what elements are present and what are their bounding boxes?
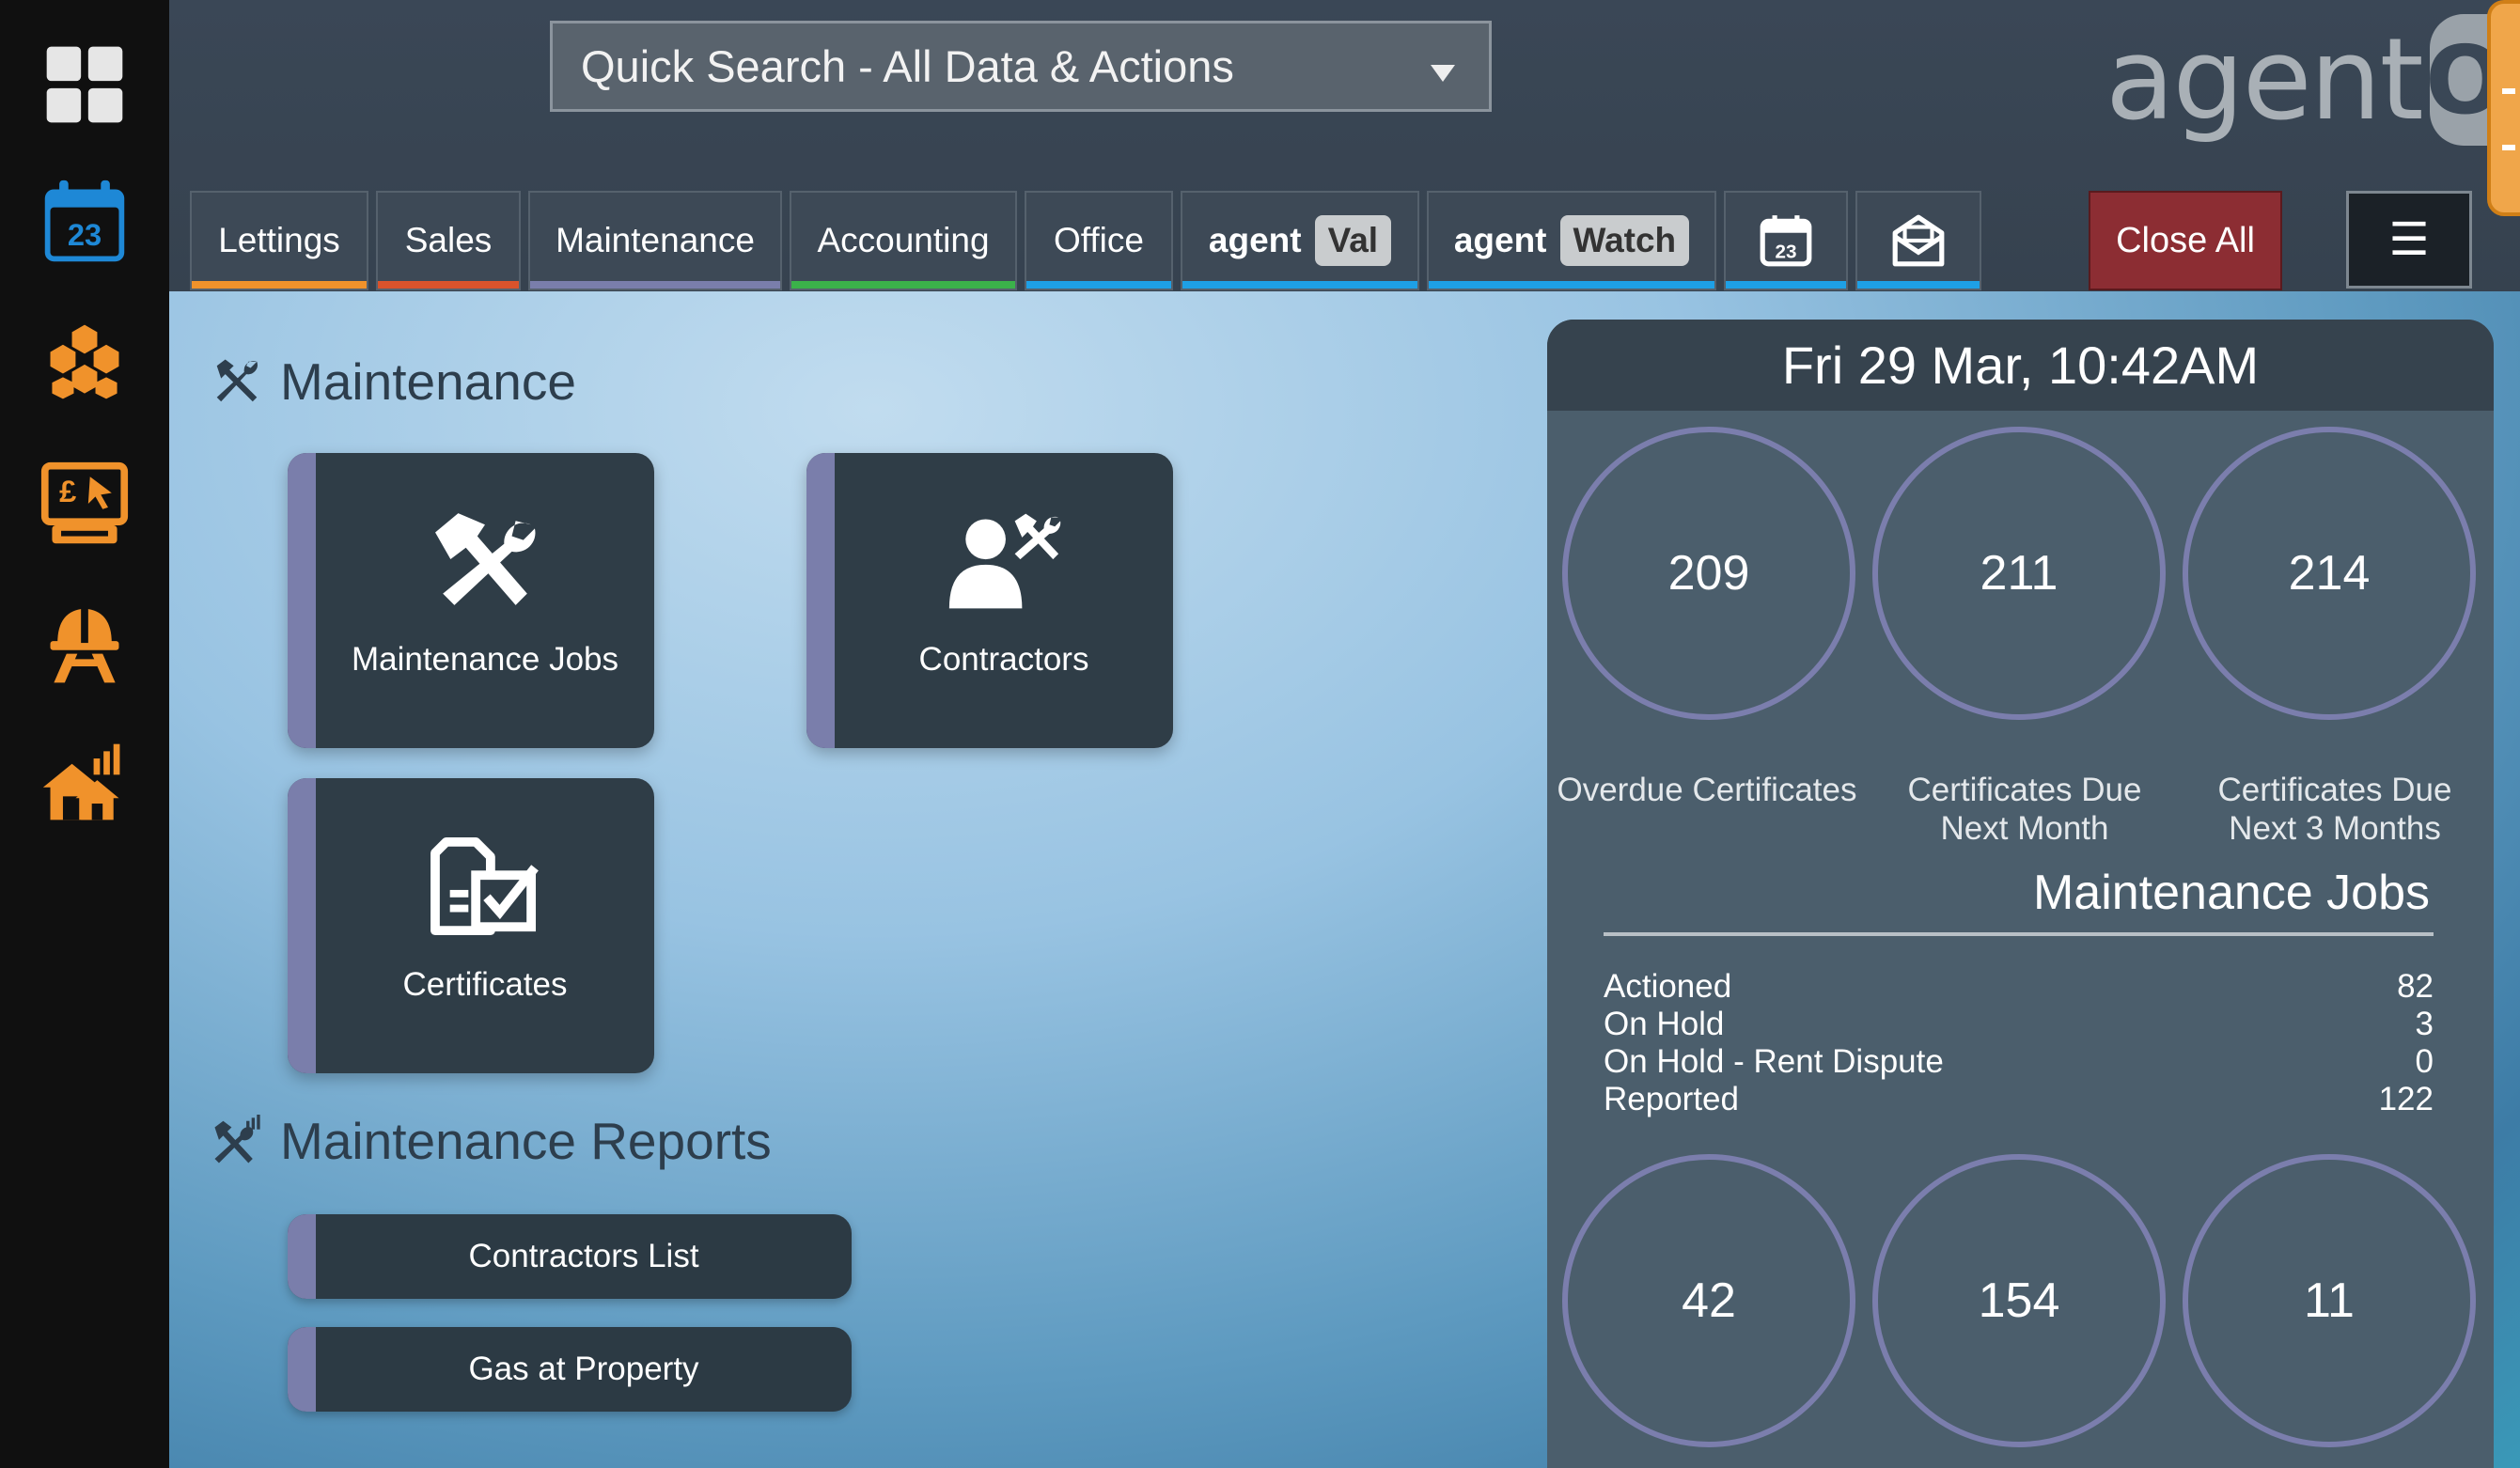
jobs-stat-circle[interactable]: 42: [1562, 1154, 1855, 1447]
job-label: On Hold: [1604, 1006, 1725, 1042]
stat-label-line: Overdue Certificates: [1557, 772, 1857, 808]
certificate-icon: [430, 836, 539, 936]
agentos-logo: agent OS: [2105, 9, 2520, 150]
jobs-stat-circle[interactable]: 154: [1872, 1154, 2166, 1447]
stat-label-line: Certificates Due: [2217, 772, 2452, 808]
property-chart-icon[interactable]: [36, 733, 133, 831]
left-rail: 23 £: [0, 0, 169, 1468]
overdue-certificates-stat[interactable]: 209: [1562, 427, 1855, 720]
job-count: 0: [2415, 1043, 2434, 1080]
tab-agent-val[interactable]: agent Val: [1181, 191, 1419, 290]
stat-label: Overdue Certificates: [1547, 771, 1867, 809]
job-label: On Hold - Rent Dispute: [1604, 1043, 1944, 1080]
calendar-icon: 23: [1760, 215, 1812, 267]
stat-value: 214: [2288, 546, 2371, 601]
tab-accounting[interactable]: Accounting: [790, 191, 1017, 290]
tab-label: agent: [1453, 221, 1547, 259]
job-count: 82: [2397, 968, 2434, 1005]
stat-label: Certificates Due Next 3 Months: [2175, 771, 2494, 848]
job-row-actioned[interactable]: Actioned 82: [1604, 968, 2434, 1007]
job-row-on-hold[interactable]: On Hold 3: [1604, 1006, 2434, 1044]
stat-label-line: Certificates Due: [1907, 772, 2142, 808]
calendar-icon[interactable]: 23: [36, 173, 133, 271]
reports-section-title: Maintenance Reports: [211, 1111, 772, 1171]
section-title-text: Maintenance: [280, 352, 576, 411]
quick-search-dropdown[interactable]: Quick Search - All Data & Actions: [550, 21, 1492, 112]
finance-icon[interactable]: £: [36, 455, 133, 553]
svg-text:£: £: [59, 474, 76, 508]
certificates-next-month-stat[interactable]: 211: [1872, 427, 2166, 720]
calendar-day-text: 23: [68, 217, 102, 252]
tile-label: Certificates: [402, 966, 568, 1003]
maintenance-jobs-tile[interactable]: Maintenance Jobs: [288, 453, 654, 748]
tab-mail[interactable]: [1855, 191, 1981, 290]
stat-value: 11: [2304, 1273, 2355, 1328]
tab-label: Sales: [404, 221, 493, 259]
tab-label: Office: [1054, 221, 1144, 259]
stat-label-line: Next 3 Months: [2229, 810, 2441, 847]
tab-label: Lettings: [218, 221, 340, 259]
tab-label: agent: [1208, 221, 1302, 259]
tab-label: Maintenance: [556, 221, 755, 259]
report-label: Gas at Property: [468, 1351, 699, 1387]
mail-icon: [1892, 214, 1945, 267]
hamburger-menu-button[interactable]: ☰: [2346, 191, 2472, 289]
tools-icon: [216, 359, 258, 402]
calendar-tab-day: 23: [1776, 242, 1797, 263]
contractors-list-button[interactable]: Contractors List: [288, 1214, 852, 1299]
tab-agent-watch[interactable]: agent Watch: [1427, 191, 1716, 290]
stat-value: 209: [1667, 546, 1750, 601]
section-title-text: Maintenance Reports: [280, 1112, 772, 1170]
dashboard-panel: Fri 29 Mar, 10:42AM 209 Overdue Certific…: [1547, 320, 2494, 1468]
hammer-wrench-icon: [435, 513, 536, 605]
tile-label: Contractors: [918, 641, 1089, 678]
job-row-reported[interactable]: Reported 122: [1604, 1081, 2434, 1119]
tab-calendar[interactable]: 23: [1724, 191, 1848, 290]
maintenance-section-title: Maintenance: [211, 351, 576, 412]
job-count: 122: [2378, 1081, 2434, 1117]
close-all-button[interactable]: Close All: [2089, 191, 2282, 290]
tab-pill: Val: [1314, 215, 1392, 266]
logo-word: agent: [2105, 14, 2424, 146]
dropdown-arrow-icon: [1431, 65, 1455, 82]
jobs-stat-circle[interactable]: 11: [2183, 1154, 2476, 1447]
tab-label: Accounting: [817, 221, 990, 259]
report-label: Contractors List: [468, 1238, 699, 1274]
maintenance-jobs-title: Maintenance Jobs: [2032, 866, 2430, 920]
stat-value: 211: [1980, 546, 2058, 601]
stat-label: Certificates Due Next Month: [1865, 771, 2184, 848]
contractor-icon: [948, 513, 1061, 609]
quick-search-label: Quick Search - All Data & Actions: [581, 41, 1234, 91]
tab-pill: Watch: [1559, 215, 1690, 266]
stat-label-line: Next Month: [1940, 810, 2109, 847]
hexagon-icon[interactable]: [36, 314, 133, 412]
tile-label: Maintenance Jobs: [351, 641, 619, 678]
gas-at-property-button[interactable]: Gas at Property: [288, 1327, 852, 1412]
job-label: Reported: [1604, 1081, 1739, 1117]
job-row-on-hold-rent-dispute[interactable]: On Hold - Rent Dispute 0: [1604, 1043, 2434, 1082]
contractors-tile[interactable]: Contractors: [806, 453, 1173, 748]
tab-maintenance[interactable]: Maintenance: [528, 191, 782, 290]
panel-datetime: Fri 29 Mar, 10:42AM: [1547, 320, 2494, 411]
tab-lettings[interactable]: Lettings: [190, 191, 368, 290]
dashboard-icon[interactable]: [36, 36, 133, 133]
job-label: Actioned: [1604, 968, 1732, 1005]
tools-chart-icon: [214, 1115, 260, 1163]
tab-office[interactable]: Office: [1025, 191, 1173, 290]
main-content: Maintenance Maintenance Jobs Contractors…: [169, 291, 2520, 1468]
divider: [1604, 932, 2434, 936]
certificates-next-3-months-stat[interactable]: 214: [2183, 427, 2476, 720]
stat-value: 42: [1682, 1273, 1736, 1328]
tab-sales[interactable]: Sales: [376, 191, 521, 290]
certificates-tile[interactable]: Certificates: [288, 778, 654, 1073]
side-drawer-tab[interactable]: [2487, 0, 2520, 216]
stat-value: 154: [1978, 1273, 2060, 1328]
hard-hat-icon[interactable]: [36, 596, 133, 694]
job-count: 3: [2415, 1006, 2434, 1042]
